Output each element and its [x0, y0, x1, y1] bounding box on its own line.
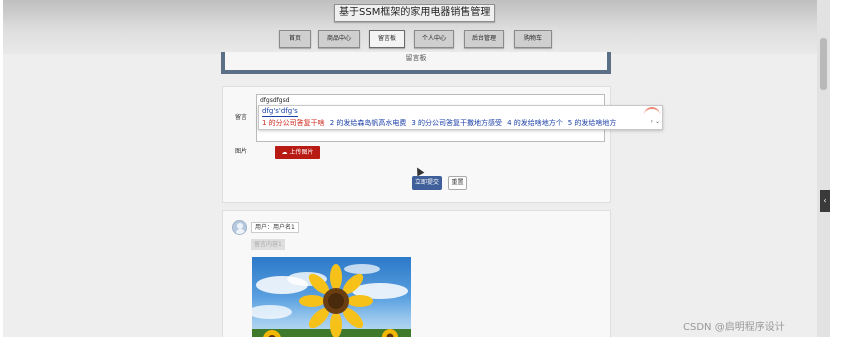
submit-button[interactable]: 立即提交: [412, 176, 442, 190]
page-scrollbar[interactable]: [817, 0, 830, 337]
message-form: 留言 dfgsdfgsd dfg's'dfg's 1 的分公司答复干啥 2 的发给…: [222, 86, 663, 203]
message-post: 用户：用户名1 留言内容1: [222, 210, 611, 337]
nav-cart[interactable]: 购物车: [514, 30, 552, 48]
ime-composition: dfg's'dfg's: [262, 107, 298, 117]
message-label: 留言: [235, 114, 248, 121]
message-typed-text: dfgsdfgsd: [260, 97, 290, 104]
mouse-cursor-icon: [413, 165, 425, 177]
nav-personal-center[interactable]: 个人中心: [414, 30, 454, 48]
browser-viewport: 基于SSM框架的家用电器销售管理 首页 商品中心 留言板 个人中心 后台管理 购…: [3, 0, 830, 337]
nav-message-board[interactable]: 留言板: [369, 30, 405, 48]
image-label: 图片: [235, 148, 248, 155]
cloud-upload-icon: ☁: [281, 149, 288, 156]
site-header: 基于SSM框架的家用电器销售管理 首页 商品中心 留言板 个人中心 后台管理 购…: [3, 0, 830, 54]
csdn-watermark: CSDN @启明程序设计: [683, 322, 785, 333]
ime-page-arrows[interactable]: › ⌄: [651, 118, 660, 125]
nav-home[interactable]: 首页: [279, 30, 311, 48]
board-title: 留言板: [405, 54, 427, 62]
nav-admin[interactable]: 后台管理: [464, 30, 504, 48]
nav-product-center[interactable]: 商品中心: [318, 30, 360, 48]
ime-skin-decoration: [644, 107, 660, 116]
side-collapse-tab[interactable]: ‹: [820, 190, 830, 212]
ime-candidate[interactable]: 3 的分公司答复干撒地方感受: [411, 119, 502, 127]
board-header-panel: 留言板: [221, 52, 611, 74]
scrollbar-thumb[interactable]: [820, 38, 827, 90]
ime-candidate[interactable]: 4 的发给啥地方个: [507, 119, 563, 127]
reset-button[interactable]: 重置: [448, 176, 467, 190]
ime-candidate[interactable]: 1 的分公司答复干啥: [262, 119, 325, 127]
post-content: 留言内容1: [251, 239, 285, 250]
upload-image-button[interactable]: ☁ 上传图片: [275, 146, 320, 159]
sunflower-image: [252, 264, 411, 337]
site-title: 基于SSM框架的家用电器销售管理: [334, 4, 496, 22]
upload-button-label: 上传图片: [289, 149, 314, 156]
avatar: [232, 220, 247, 235]
ime-candidate[interactable]: 2 的发给森岛帆高水电费: [330, 119, 407, 127]
ime-candidate[interactable]: 5 的发给啥地方: [568, 119, 617, 127]
post-image: [252, 257, 411, 337]
post-username: 用户：用户名1: [251, 222, 299, 233]
ime-candidate-popup[interactable]: dfg's'dfg's 1 的分公司答复干啥 2 的发给森岛帆高水电费 3 的分公司…: [258, 105, 663, 130]
ime-candidate-list: 1 的分公司答复干啥 2 的发给森岛帆高水电费 3 的分公司答复干撒地方感受 4 的发…: [262, 118, 621, 128]
